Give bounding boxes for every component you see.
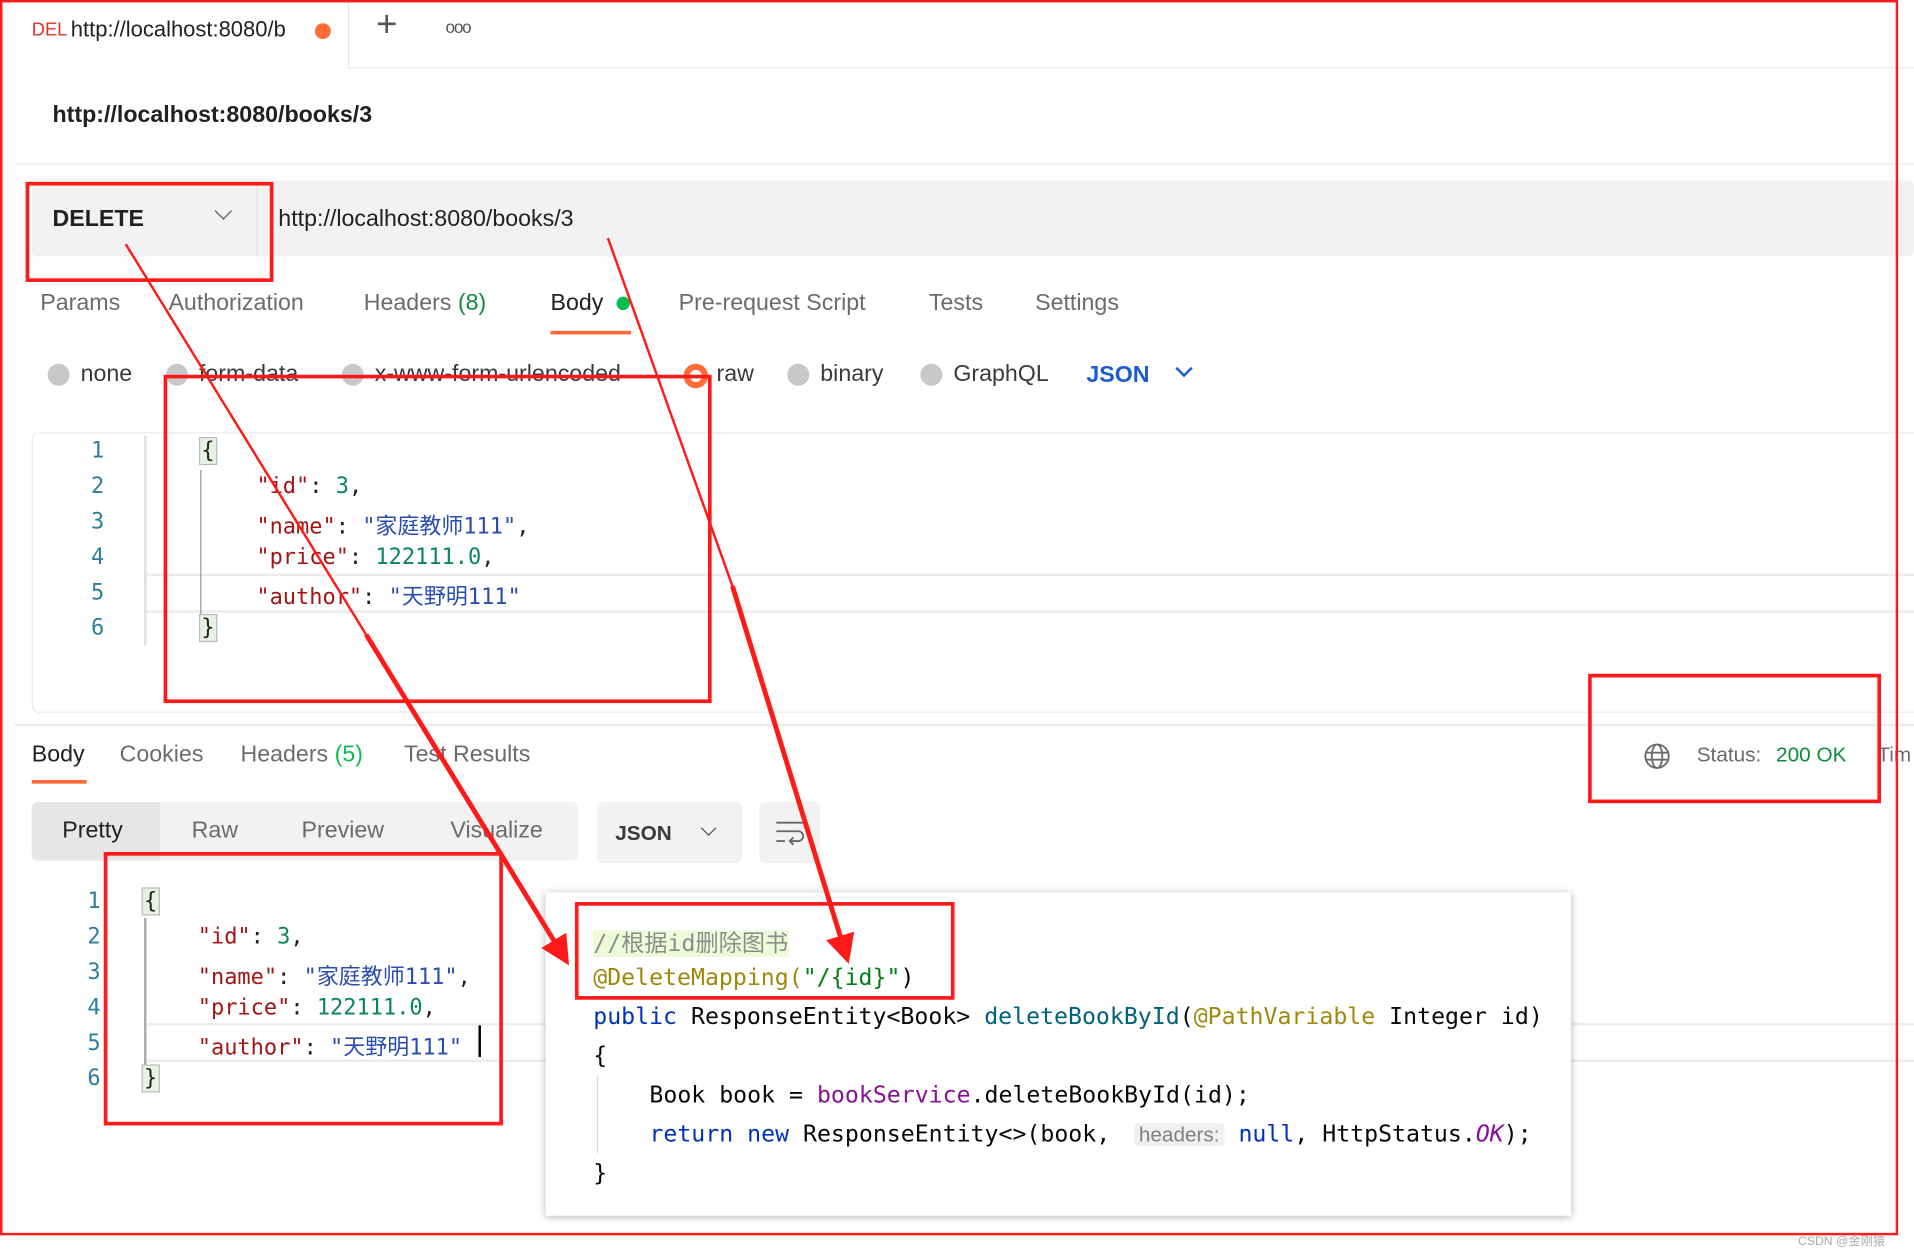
arrow-method-to-mapping	[124, 243, 368, 636]
arrow-method-to-mapping-head	[364, 633, 570, 966]
annotation-arrows	[124, 237, 855, 966]
watermark: CSDN @金刚猿	[1798, 1235, 1886, 1249]
arrow-url-to-id-head	[730, 585, 855, 964]
arrow-url-to-id	[606, 237, 734, 587]
